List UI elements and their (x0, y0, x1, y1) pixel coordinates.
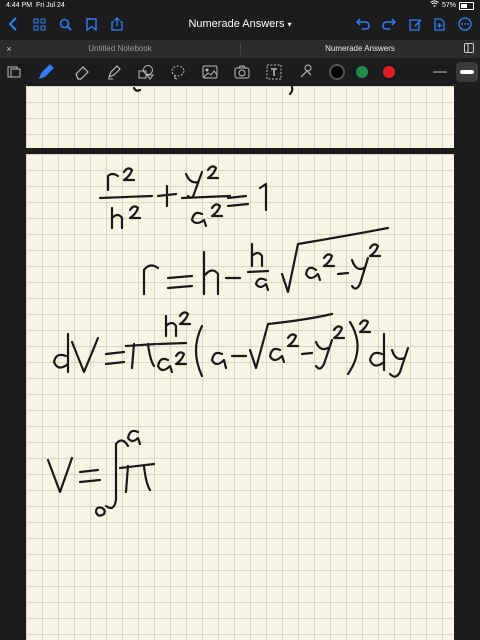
thumbnails-icon[interactable] (30, 14, 48, 34)
camera-icon[interactable] (232, 62, 252, 82)
document-title[interactable]: Numerade Answers ▾ (150, 18, 330, 30)
redo-icon[interactable] (380, 14, 398, 34)
notebook-page-current[interactable] (26, 154, 454, 640)
tab-numerade-answers[interactable]: Numerade Answers (0, 40, 480, 58)
battery-icon (459, 2, 474, 10)
bookmark-icon[interactable] (82, 14, 100, 34)
text-icon[interactable] (264, 62, 284, 82)
pen-icon[interactable] (36, 62, 56, 82)
equation-radius (142, 226, 390, 296)
search-icon[interactable] (56, 14, 74, 34)
share-icon[interactable] (108, 14, 126, 34)
color-black-swatch[interactable] (329, 64, 345, 80)
pen-thick-size[interactable] (456, 62, 478, 82)
equation-volume-element (52, 311, 410, 378)
more-icon[interactable] (456, 14, 474, 34)
status-time: 4:44 PM Fri Jul 24 (6, 2, 65, 9)
handwriting-fragment (132, 86, 294, 96)
lasso-icon[interactable] (168, 62, 188, 82)
split-view-icon[interactable] (464, 43, 474, 53)
battery-percent: 57% (441, 2, 456, 9)
equation-ellipse (98, 165, 268, 230)
scan-icon[interactable] (4, 62, 24, 82)
highlighter-icon[interactable] (104, 62, 124, 82)
elements-icon[interactable] (296, 62, 316, 82)
add-page-icon[interactable] (430, 14, 448, 34)
nav-bar: Numerade Answers ▾ (0, 12, 480, 38)
image-icon[interactable] (200, 62, 220, 82)
tab-bar: × Untitled Notebook Numerade Answers (0, 40, 480, 58)
drawing-toolbar (0, 59, 480, 86)
color-red-swatch[interactable] (383, 66, 395, 78)
eraser-icon[interactable] (72, 62, 92, 82)
wifi-icon (430, 0, 439, 12)
back-icon[interactable] (4, 14, 22, 34)
tab-label: Numerade Answers (325, 44, 395, 53)
edit-page-icon[interactable] (406, 14, 424, 34)
notebook-page-previous[interactable] (26, 86, 454, 148)
pen-thin-size[interactable] (430, 62, 450, 82)
status-bar: 4:44 PM Fri Jul 24 57% (0, 0, 480, 12)
shapes-icon[interactable] (136, 62, 156, 82)
color-green-swatch[interactable] (356, 66, 368, 78)
equation-volume-integral (46, 429, 156, 517)
undo-icon[interactable] (354, 14, 372, 34)
handwritten-equations (46, 165, 410, 517)
